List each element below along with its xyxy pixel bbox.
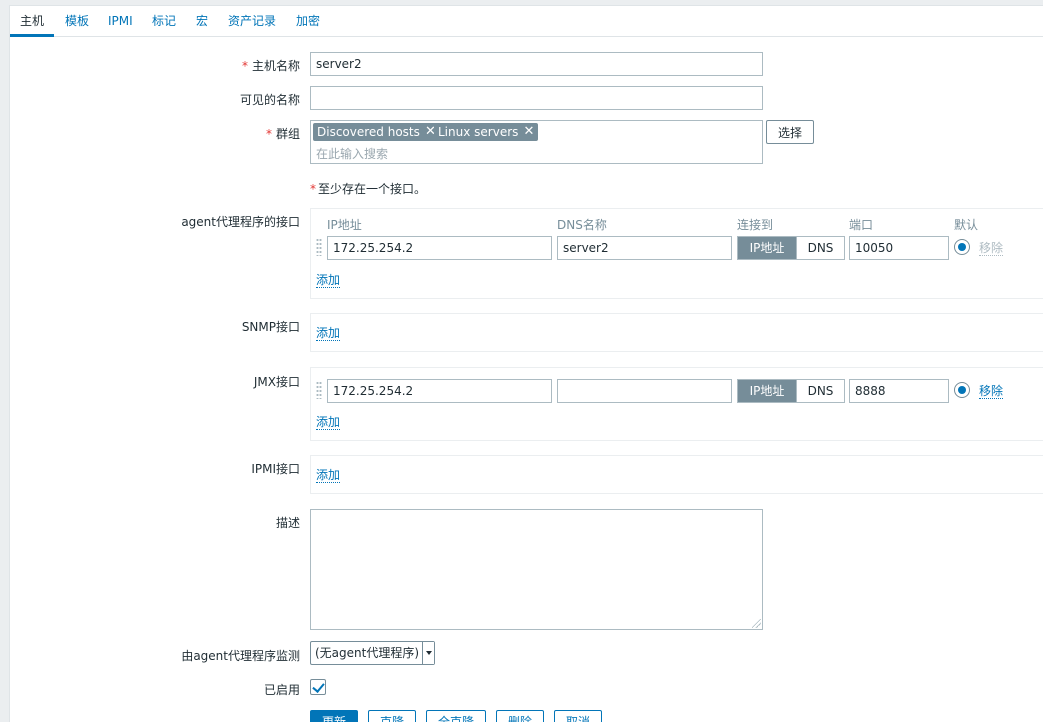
host-name-label: * 主机名称 [241, 59, 300, 73]
group-chip: Linux servers ✕ [434, 123, 539, 141]
groups-multiselect[interactable]: Discovered hosts ✕ Linux servers ✕ 在此输入搜索 [310, 120, 763, 164]
agent-add-link[interactable]: 添加 [316, 273, 341, 288]
update-button[interactable]: 更新 [310, 710, 358, 722]
remove-chip-icon[interactable]: ✕ [523, 123, 534, 141]
tab-inventory[interactable]: 资产记录 [228, 6, 276, 37]
snmp-interfaces-panel: 添加 [310, 313, 1043, 352]
proxy-select[interactable]: (无agent代理程序) [310, 641, 435, 665]
groups-search-placeholder[interactable]: 在此输入搜索 [316, 145, 388, 162]
tab-tags[interactable]: 标记 [152, 6, 176, 37]
tab-macros[interactable]: 宏 [196, 6, 208, 37]
enabled-checkbox[interactable] [310, 679, 326, 695]
agent-port-input[interactable] [849, 236, 949, 260]
chevron-down-icon [422, 642, 434, 664]
col-ip-header: IP地址 [327, 218, 362, 232]
proxy-label: 由agent代理程序监测 [181, 649, 300, 663]
group-chip: Discovered hosts ✕ [313, 123, 440, 141]
tab-host[interactable]: 主机 [10, 6, 55, 37]
enabled-label: 已启用 [263, 683, 300, 697]
connect-ip-option[interactable]: IP地址 [738, 380, 796, 402]
groups-label: * 群组 [265, 127, 300, 141]
jmx-remove-link[interactable]: 移除 [979, 384, 1004, 399]
col-port-header: 端口 [849, 218, 874, 232]
visible-name-input[interactable] [310, 86, 763, 110]
delete-button[interactable]: 删除 [496, 710, 544, 722]
tab-encryption[interactable]: 加密 [296, 6, 320, 37]
ipmi-interfaces-label: IPMI接口 [251, 462, 300, 476]
agent-default-radio[interactable] [954, 239, 970, 255]
jmx-dns-input[interactable] [557, 379, 732, 403]
jmx-ip-input[interactable] [327, 379, 552, 403]
col-dns-header: DNS名称 [557, 218, 607, 232]
host-name-input[interactable] [310, 52, 763, 76]
jmx-interfaces-panel: IP地址 DNS 移除 添加 [310, 367, 1043, 441]
drag-handle-icon[interactable] [316, 381, 322, 399]
jmx-default-radio[interactable] [954, 382, 970, 398]
drag-handle-icon[interactable] [316, 238, 322, 256]
agent-dns-input[interactable] [557, 236, 732, 260]
tab-bar: 主机 模板 IPMI 标记 宏 资产记录 加密 [10, 6, 1043, 37]
tab-ipmi[interactable]: IPMI [108, 6, 133, 37]
col-connect-header: 连接到 [737, 218, 774, 232]
visible-name-label: 可见的名称 [239, 93, 300, 107]
description-label: 描述 [275, 516, 300, 530]
agent-remove-link: 移除 [979, 241, 1004, 256]
host-form-frame: 主机 模板 IPMI 标记 宏 资产记录 加密 *主机名称 可见的名称 *群组 … [9, 5, 1043, 722]
select-groups-button[interactable]: 选择 [766, 120, 814, 144]
snmp-add-link[interactable]: 添加 [316, 326, 341, 341]
agent-ip-input[interactable] [327, 236, 552, 260]
connect-dns-option[interactable]: DNS [796, 380, 844, 402]
jmx-connect-toggle: IP地址 DNS [737, 379, 845, 403]
snmp-interfaces-label: SNMP接口 [241, 320, 300, 334]
ipmi-add-link[interactable]: 添加 [316, 468, 341, 483]
ipmi-interfaces-panel: 添加 [310, 455, 1043, 494]
full-clone-button[interactable]: 全克隆 [426, 710, 486, 722]
agent-interfaces-label: agent代理程序的接口 [181, 215, 300, 229]
interface-note: * 至少存在一个接口。 [310, 182, 427, 196]
col-default-header: 默认 [954, 218, 979, 232]
clone-button[interactable]: 克隆 [368, 710, 416, 722]
cancel-button[interactable]: 取消 [554, 710, 602, 722]
jmx-add-link[interactable]: 添加 [316, 415, 341, 430]
tab-templates[interactable]: 模板 [65, 6, 89, 37]
jmx-port-input[interactable] [849, 379, 949, 403]
resize-grip-icon[interactable] [752, 619, 761, 628]
agent-interfaces-panel: IP地址 DNS名称 连接到 端口 默认 IP地址 DNS 移除 添加 [310, 208, 1043, 299]
connect-dns-option[interactable]: DNS [796, 237, 844, 259]
description-textarea[interactable] [310, 509, 763, 630]
jmx-interfaces-label: JMX接口 [253, 375, 300, 389]
connect-ip-option[interactable]: IP地址 [738, 237, 796, 259]
agent-connect-toggle: IP地址 DNS [737, 236, 845, 260]
required-mark: * [241, 59, 248, 73]
